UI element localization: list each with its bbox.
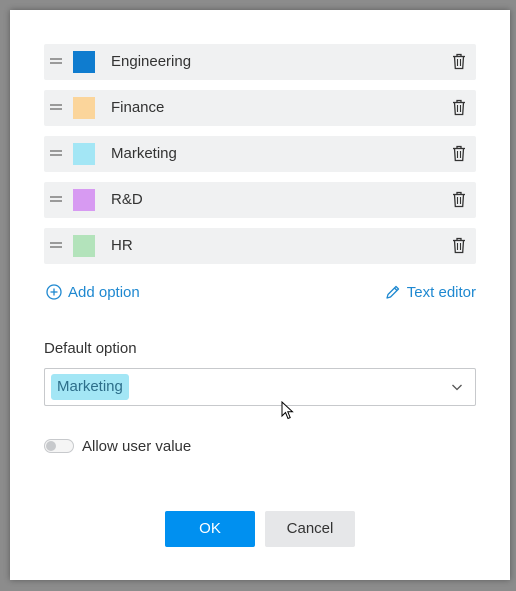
trash-icon[interactable]: [452, 99, 466, 116]
pencil-icon: [386, 285, 399, 299]
color-swatch[interactable]: [73, 97, 95, 119]
default-option-select[interactable]: Marketing: [44, 368, 476, 406]
drag-handle-icon[interactable]: [50, 242, 62, 248]
color-swatch[interactable]: [73, 143, 95, 165]
option-row[interactable]: Finance: [44, 90, 476, 126]
plus-circle-icon: [46, 284, 62, 300]
text-editor-button[interactable]: Text editor: [385, 284, 476, 301]
select-options-dialog: Engineering Finance Marketing R&D HR Add opt…: [10, 10, 510, 580]
option-row[interactable]: Marketing: [44, 136, 476, 172]
add-option-label: Add option: [68, 284, 140, 301]
trash-icon[interactable]: [452, 53, 466, 70]
option-label[interactable]: Finance: [111, 90, 164, 126]
drag-handle-icon[interactable]: [50, 196, 62, 202]
option-label[interactable]: Engineering: [111, 44, 191, 80]
trash-icon[interactable]: [452, 237, 466, 254]
chevron-down-icon[interactable]: [451, 381, 463, 393]
option-row[interactable]: R&D: [44, 182, 476, 218]
option-label[interactable]: R&D: [111, 182, 143, 218]
color-swatch[interactable]: [73, 51, 95, 73]
color-swatch[interactable]: [73, 189, 95, 211]
default-option-label: Default option: [44, 340, 137, 357]
drag-handle-icon[interactable]: [50, 58, 62, 64]
text-editor-label: Text editor: [406, 284, 476, 301]
selected-option-chip: Marketing: [51, 374, 129, 400]
option-label[interactable]: HR: [111, 228, 133, 264]
trash-icon[interactable]: [452, 191, 466, 208]
drag-handle-icon[interactable]: [50, 104, 62, 110]
option-label[interactable]: Marketing: [111, 136, 177, 172]
allow-user-value-toggle[interactable]: [44, 439, 74, 453]
toggle-knob: [46, 441, 56, 451]
mouse-cursor-icon: [281, 401, 294, 420]
trash-icon[interactable]: [452, 145, 466, 162]
cancel-button[interactable]: Cancel: [265, 511, 355, 547]
add-option-button[interactable]: Add option: [46, 284, 140, 301]
option-row[interactable]: HR: [44, 228, 476, 264]
option-row[interactable]: Engineering: [44, 44, 476, 80]
color-swatch[interactable]: [73, 235, 95, 257]
ok-button[interactable]: OK: [165, 511, 255, 547]
allow-user-value-label: Allow user value: [82, 438, 192, 455]
drag-handle-icon[interactable]: [50, 150, 62, 156]
